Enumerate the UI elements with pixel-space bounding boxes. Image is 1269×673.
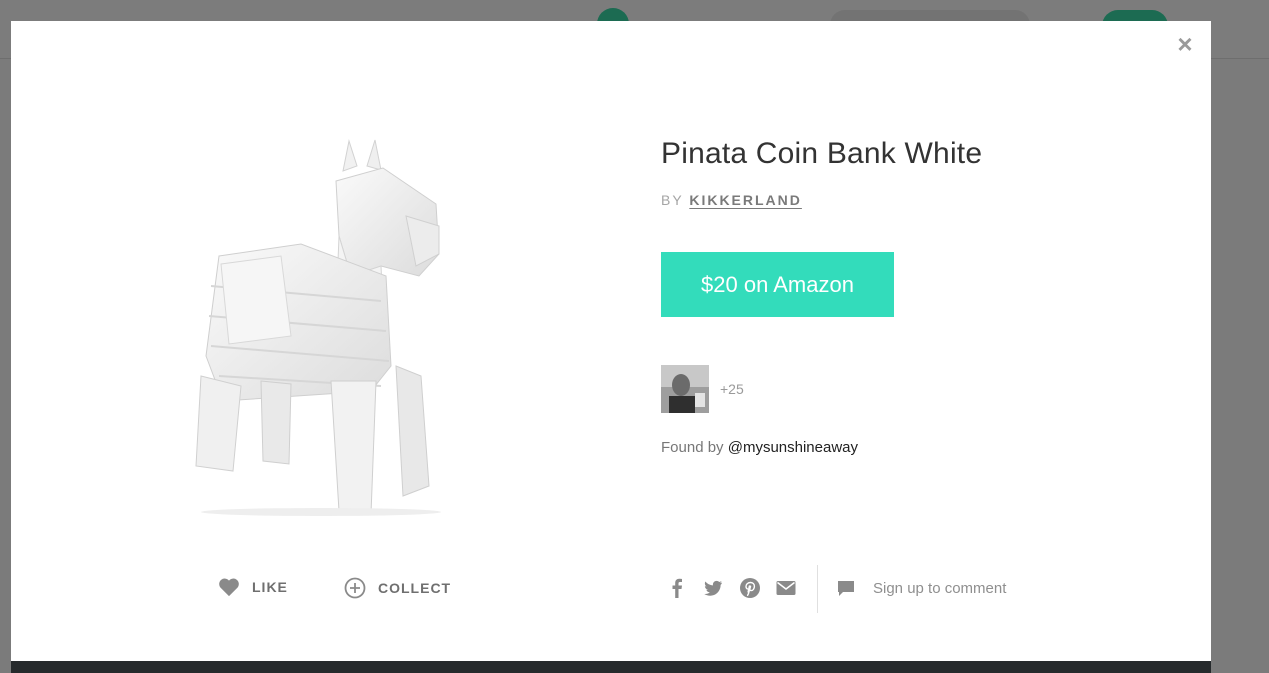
buy-button[interactable]: $20 on Amazon [661,252,894,317]
comment-icon [838,581,854,596]
product-image [195,139,441,516]
divider [817,565,818,613]
byline: BY KIKKERLAND [661,192,802,208]
pinterest-icon[interactable] [739,577,761,599]
collect-button[interactable]: COLLECT [344,577,451,599]
heart-icon [219,578,239,597]
collect-label: COLLECT [378,580,452,596]
found-by: Found by @mysunshineaway [661,439,858,456]
plus-circle-icon [344,577,366,599]
email-icon[interactable] [775,577,797,599]
close-icon[interactable]: × [1173,31,1197,57]
brand-link[interactable]: KIKKERLAND [689,192,802,208]
product-title: Pinata Coin Bank White [661,137,983,170]
avatar-photo [661,365,709,413]
product-modal: × Pinata Coin Bank White BY KIKKERLAND $… [11,21,1211,661]
found-by-user-link[interactable]: @mysunshineaway [728,439,858,456]
facebook-icon[interactable] [666,577,688,599]
found-by-label: Found by [661,439,724,456]
sign-up-to-comment-button[interactable]: Sign up to comment [837,579,1006,597]
like-button[interactable]: LIKE [218,577,288,597]
likes-count: +25 [720,381,744,397]
twitter-icon[interactable] [702,577,724,599]
avatar[interactable] [661,365,709,413]
background-footer [11,661,1211,673]
comment-label: Sign up to comment [873,579,1007,597]
by-label: BY [661,192,684,208]
like-label: LIKE [252,579,288,595]
